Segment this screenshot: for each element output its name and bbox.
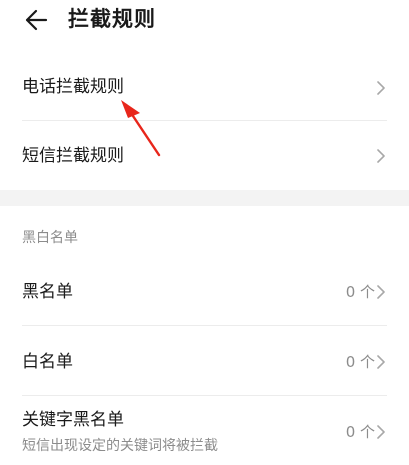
sms-intercept-rules-label: 短信拦截规则: [22, 146, 124, 166]
blacklist-label: 黑名单: [22, 282, 73, 302]
header-bar: 拦截规则: [0, 0, 409, 48]
sms-intercept-rules-row[interactable]: 短信拦截规则: [0, 128, 409, 184]
divider: [22, 395, 387, 396]
whitelist-row[interactable]: 白名单 0 个: [0, 334, 409, 390]
blacklist-whitelist-section-title: 黑白名单: [22, 230, 78, 246]
intercept-rules-page: 拦截规则 电话拦截规则 短信拦截规则 黑白名单 黑名单 0 个 白名单 0 个: [0, 0, 409, 465]
blacklist-row[interactable]: 黑名单 0 个: [0, 264, 409, 320]
arrow-left-icon: [25, 9, 48, 31]
divider: [22, 325, 387, 326]
section-separator: [0, 190, 409, 206]
page-title: 拦截规则: [68, 7, 156, 31]
chevron-right-icon: [377, 285, 385, 299]
chevron-right-icon: [377, 81, 385, 95]
blacklist-count: 0 个: [345, 283, 375, 301]
keyword-blacklist-label: 关键字黑名单: [22, 410, 124, 430]
phone-intercept-rules-label: 电话拦截规则: [22, 77, 124, 97]
back-button[interactable]: [22, 6, 50, 34]
keyword-blacklist-count: 0 个: [345, 423, 375, 441]
phone-intercept-rules-row[interactable]: 电话拦截规则: [0, 60, 409, 116]
whitelist-label: 白名单: [22, 352, 73, 372]
keyword-blacklist-row[interactable]: 关键字黑名单 短信出现设定的关键词将被拦截 0 个: [0, 400, 409, 465]
chevron-right-icon: [377, 425, 385, 439]
divider: [22, 120, 387, 121]
whitelist-count: 0 个: [345, 353, 375, 371]
keyword-blacklist-sublabel: 短信出现设定的关键词将被拦截: [22, 438, 218, 454]
chevron-right-icon: [377, 355, 385, 369]
chevron-right-icon: [377, 149, 385, 163]
